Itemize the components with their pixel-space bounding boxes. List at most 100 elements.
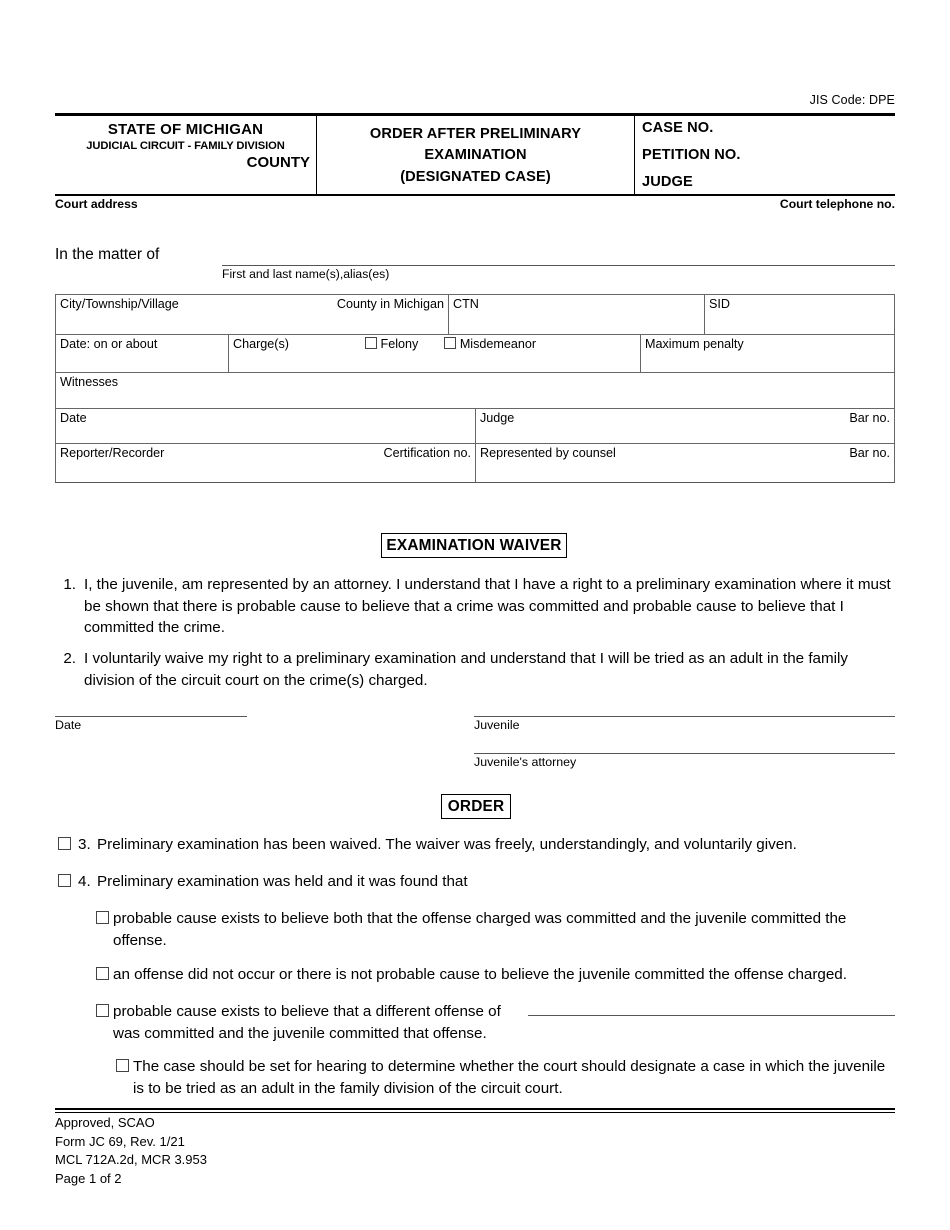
witnesses-label: Witnesses <box>60 375 119 389</box>
felony-checkbox-group[interactable]: Felony <box>364 337 422 351</box>
waiver-item-1-text: I, the juvenile, am represented by an at… <box>84 576 891 637</box>
maximum-penalty-label: Maximum penalty <box>645 337 744 351</box>
form-title-line-2: EXAMINATION <box>424 147 527 164</box>
form-title-line-1: ORDER AFTER PRELIMINARY <box>369 126 582 143</box>
misdemeanor-checkbox[interactable] <box>443 337 456 349</box>
order-item-4-text: Preliminary examination was held and it … <box>97 873 468 890</box>
witnesses-cell[interactable]: Witnesses <box>56 373 894 408</box>
examination-waiver-heading: EXAMINATION WAIVER <box>381 533 567 558</box>
petition-no-label: PETITION NO. <box>642 147 741 163</box>
form-page: JIS Code: DPE STATE OF MICHIGAN JUDICIAL… <box>0 0 950 1230</box>
juvenile-attorney-signature-label: Juvenile's attorney <box>474 755 577 769</box>
order-item-3-number: 3. <box>78 836 91 853</box>
order-sub-item-c-text-part2: was committed and the juvenile committed… <box>113 1024 487 1042</box>
waiver-item-2-number: 2. <box>63 650 76 667</box>
order-sub-item-b-text: an offense did not occur or there is not… <box>113 966 847 983</box>
footer-rule-top <box>55 1108 895 1110</box>
order-sub-item-b-checkbox[interactable] <box>96 967 109 980</box>
date-on-or-about-cell[interactable]: Date: on or about <box>56 335 228 372</box>
state-of-michigan-label: STATE OF MICHIGAN <box>107 121 264 138</box>
court-telephone-label: Court telephone no. <box>779 197 895 211</box>
order-item-3-checkbox[interactable] <box>58 837 71 850</box>
sid-cell[interactable]: SID <box>704 295 894 334</box>
waiver-item-2-text: I voluntarily waive my right to a prelim… <box>84 650 848 689</box>
felony-checkbox[interactable] <box>364 337 377 349</box>
order-sub-item-d-text: The case should be set for hearing to de… <box>133 1058 886 1097</box>
charges-cell[interactable]: Charge(s) Felony Misdemeanor <box>228 335 640 372</box>
respondent-name-hint: First and last name(s),alias(es) <box>222 267 390 281</box>
order-item-3-text: Preliminary examination has been waived.… <box>97 836 797 853</box>
caption-title-cell: ORDER AFTER PRELIMINARY EXAMINATION (DES… <box>317 116 635 194</box>
judicial-circuit-label: JUDICIAL CIRCUIT - FAMILY DIVISION <box>86 140 285 152</box>
order-heading: ORDER <box>441 794 511 819</box>
form-title-line-3: (DESIGNATED CASE) <box>400 168 551 185</box>
in-the-matter-of-label: In the matter of <box>55 246 160 263</box>
reporter-recorder-cell[interactable]: Reporter/Recorder Certification no. <box>56 444 475 482</box>
city-township-village-label: City/Township/Village <box>60 297 179 311</box>
felony-label: Felony <box>380 337 419 351</box>
info-row-location: City/Township/Village County in Michigan… <box>56 295 894 335</box>
juvenile-signature-line[interactable] <box>474 716 895 717</box>
misdemeanor-label: Misdemeanor <box>459 337 537 351</box>
date-on-or-about-label: Date: on or about <box>60 337 158 351</box>
info-row-date-judge: Date Judge Bar no. <box>56 409 894 444</box>
order-sub-item-b: an offense did not occur or there is not… <box>96 964 896 986</box>
order-item-4-checkbox[interactable] <box>58 874 71 887</box>
order-sub-item-d-checkbox[interactable] <box>116 1059 129 1072</box>
footer-approved: Approved, SCAO <box>55 1115 155 1130</box>
counsel-bar-no-label: Bar no. <box>849 446 890 460</box>
waiver-item-1-number: 1. <box>63 576 76 593</box>
footer-statute: MCL 712A.2d, MCR 3.953 <box>55 1152 207 1168</box>
in-the-matter-of-section: In the matter of First and last name(s),… <box>55 246 895 288</box>
footer-block: Approved, SCAO Form JC 69, Rev. 1/21 MCL… <box>55 1114 207 1189</box>
reporter-recorder-label: Reporter/Recorder <box>60 446 165 460</box>
maximum-penalty-cell[interactable]: Maximum penalty <box>640 335 894 372</box>
jis-code: JIS Code: DPE <box>809 93 895 107</box>
waiver-date-signature-line[interactable] <box>55 716 247 717</box>
ctn-cell[interactable]: CTN <box>448 295 704 334</box>
judge-name-label: Judge <box>480 411 515 425</box>
juvenile-attorney-signature-line[interactable] <box>474 753 895 754</box>
footer-form-number: Form JC 69, Rev. 1/21 <box>55 1133 185 1149</box>
order-sub-item-a-checkbox[interactable] <box>96 911 109 924</box>
respondent-name-fill-line[interactable] <box>222 265 895 266</box>
waiver-item-1: 1. I, the juvenile, am represented by an… <box>54 574 896 639</box>
case-info-grid: City/Township/Village County in Michigan… <box>55 294 895 483</box>
footer-rule-bottom <box>55 1112 895 1113</box>
county-label: COUNTY <box>246 154 310 171</box>
order-item-3: 3. Preliminary examination has been waive… <box>58 834 896 856</box>
order-sub-item-c: probable cause exists to believe that a … <box>96 1001 896 1044</box>
sid-label: SID <box>709 297 730 311</box>
different-offense-fill-line[interactable] <box>528 1015 895 1016</box>
order-sub-item-c-checkbox[interactable] <box>96 1004 109 1017</box>
judge-name-cell[interactable]: Judge Bar no. <box>475 409 894 443</box>
info-row-reporter-counsel: Reporter/Recorder Certification no. Repr… <box>56 444 894 482</box>
hearing-date-label: Date <box>60 411 87 425</box>
hearing-date-cell[interactable]: Date <box>56 409 475 443</box>
waiver-date-label: Date <box>55 718 82 732</box>
county-in-michigan-label: County in Michigan <box>336 297 444 311</box>
caption-numbers-cell: CASE NO. PETITION NO. JUDGE <box>635 116 895 194</box>
ctn-label: CTN <box>453 297 479 311</box>
order-item-4-number: 4. <box>78 873 91 890</box>
footer-page-number: Page 1 of 2 <box>55 1171 122 1187</box>
order-sub-item-d: The case should be set for hearing to de… <box>116 1056 896 1099</box>
info-row-witnesses: Witnesses <box>56 373 894 409</box>
represented-by-counsel-cell[interactable]: Represented by counsel Bar no. <box>475 444 894 482</box>
charges-label: Charge(s) <box>233 337 289 351</box>
judge-bar-no-label: Bar no. <box>849 411 890 425</box>
order-sub-item-a-text: probable cause exists to believe both th… <box>113 910 847 949</box>
represented-by-counsel-label: Represented by counsel <box>480 446 616 460</box>
order-item-4: 4. Preliminary examination was held and i… <box>58 871 896 893</box>
caption-header-table: STATE OF MICHIGAN JUDICIAL CIRCUIT - FAM… <box>55 113 895 196</box>
certification-no-label: Certification no. <box>383 446 472 460</box>
waiver-item-2: 2. I voluntarily waive my right to a pre… <box>54 648 896 691</box>
juvenile-signature-label: Juvenile <box>474 718 520 732</box>
court-address-label: Court address <box>55 197 138 211</box>
order-sub-item-c-text-part1: probable cause exists to believe that a … <box>113 1003 501 1020</box>
info-row-charge: Date: on or about Charge(s) Felony Misde… <box>56 335 894 373</box>
city-township-village-cell[interactable]: City/Township/Village County in Michigan <box>56 295 448 334</box>
caption-court-cell: STATE OF MICHIGAN JUDICIAL CIRCUIT - FAM… <box>55 116 317 194</box>
misdemeanor-checkbox-group[interactable]: Misdemeanor <box>443 337 537 351</box>
judge-label: JUDGE <box>642 174 693 190</box>
